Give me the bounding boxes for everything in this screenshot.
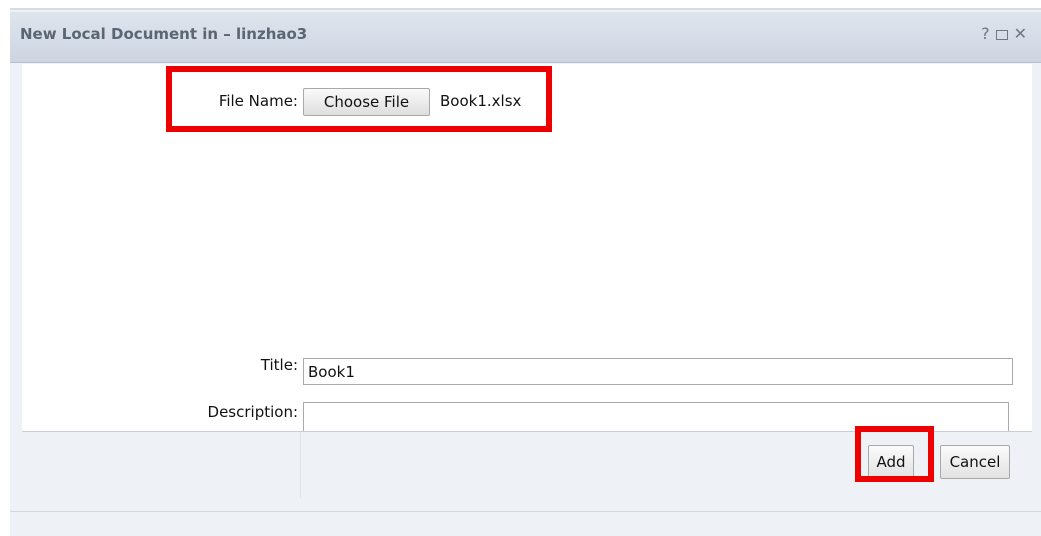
description-input[interactable]: [303, 402, 1009, 432]
title-input[interactable]: Book1: [303, 358, 1013, 385]
description-label: Description:: [207, 403, 298, 421]
window-controls: ? ✕: [981, 25, 1027, 43]
new-local-document-dialog: New Local Document in – linzhao3 ? ✕ Fil…: [10, 8, 1041, 536]
cancel-button[interactable]: Cancel: [940, 445, 1010, 479]
dialog-titlebar[interactable]: New Local Document in – linzhao3 ? ✕: [10, 12, 1041, 63]
dialog-content: File Name: Choose File Book1.xlsx Title:…: [22, 64, 1032, 432]
maximize-icon[interactable]: [995, 30, 1008, 40]
close-icon[interactable]: ✕: [1014, 25, 1027, 43]
add-button[interactable]: Add: [868, 445, 914, 479]
dialog-top-edge: [10, 8, 1041, 10]
selected-file-name: Book1.xlsx: [440, 92, 522, 110]
dialog-footer: Add Cancel: [22, 431, 1032, 498]
choose-file-button[interactable]: Choose File: [303, 88, 430, 116]
file-name-label: File Name:: [218, 92, 298, 110]
dialog-title: New Local Document in – linzhao3: [20, 25, 308, 43]
dialog-bottom-strip: [10, 511, 1041, 536]
title-label: Title:: [260, 356, 298, 374]
help-icon[interactable]: ?: [981, 25, 990, 43]
footer-divider: [300, 432, 301, 498]
